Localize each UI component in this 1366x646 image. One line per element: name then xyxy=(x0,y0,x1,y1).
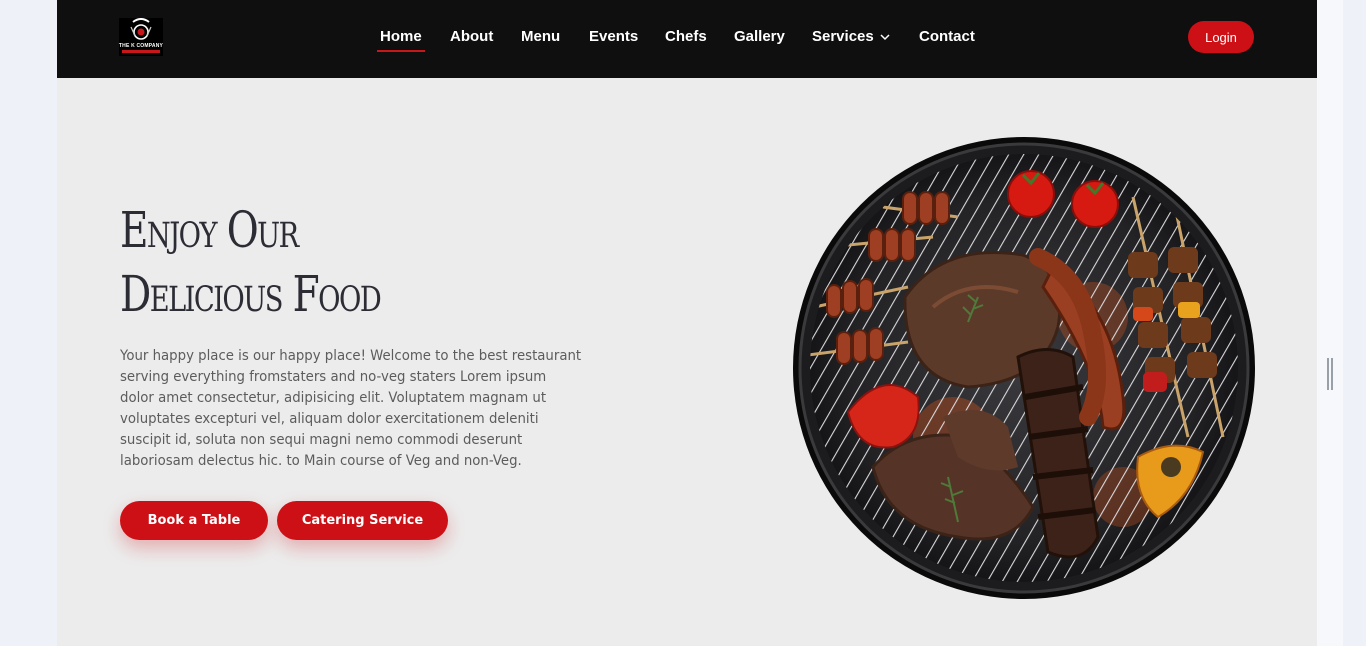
hero-title: Enjoy Our Delicious Food xyxy=(120,198,382,326)
nav-events[interactable]: Events xyxy=(589,28,638,45)
nav-gallery[interactable]: Gallery xyxy=(734,28,785,45)
catering-service-button[interactable]: Catering Service xyxy=(277,501,448,540)
site-header: THE K COMPANY Home About Menu Events Che… xyxy=(57,0,1317,78)
chevron-down-icon xyxy=(880,34,890,40)
drag-handle-line xyxy=(1326,358,1329,390)
nav-contact[interactable]: Contact xyxy=(919,28,975,45)
hero-title-line-1: Enjoy Our xyxy=(120,201,299,259)
nav-services-label: Services xyxy=(812,28,874,45)
nav-chefs[interactable]: Chefs xyxy=(665,28,707,45)
book-table-button[interactable]: Book a Table xyxy=(120,501,268,540)
nav-menu[interactable]: Menu xyxy=(521,28,560,45)
nav-home[interactable]: Home xyxy=(377,28,425,52)
hero-title-line-2: Delicious Food xyxy=(120,265,382,323)
page: THE K COMPANY Home About Menu Events Che… xyxy=(57,0,1317,646)
login-button[interactable]: Login xyxy=(1188,21,1254,53)
hero-description: Your happy place is our happy place! Wel… xyxy=(120,348,582,469)
nav-services[interactable]: Services xyxy=(812,28,890,45)
drag-handle-icon[interactable] xyxy=(1326,358,1333,390)
nav-about[interactable]: About xyxy=(450,28,493,45)
right-gutter xyxy=(1317,0,1343,646)
main-nav: Home About Menu Events Chefs Gallery Ser… xyxy=(57,0,1317,78)
hero-grill-image xyxy=(793,137,1255,599)
drag-handle-line xyxy=(1330,358,1333,390)
